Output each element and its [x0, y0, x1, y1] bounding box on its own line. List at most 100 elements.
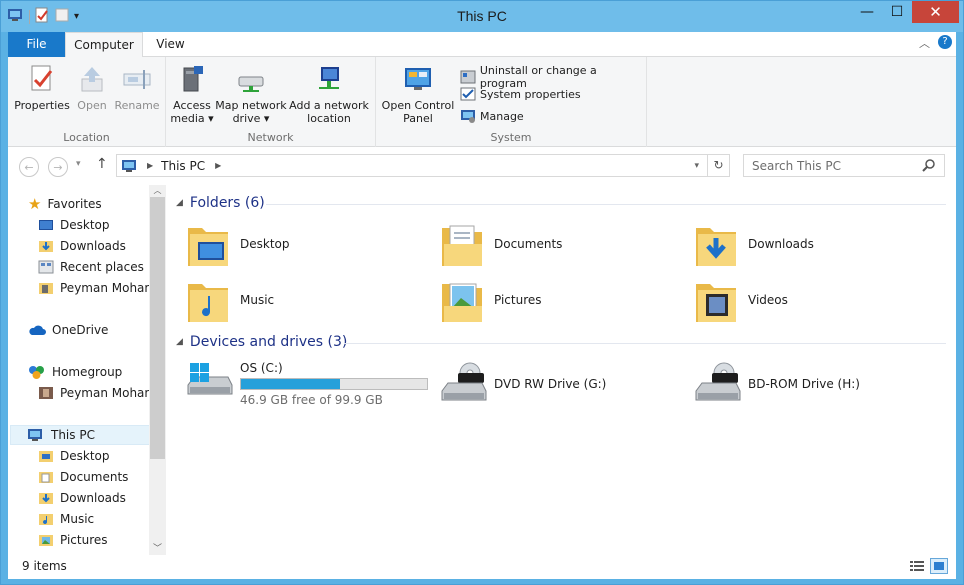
ribbon-body: Properties Open Rename Location Access me…	[8, 57, 956, 147]
videos-folder-icon	[696, 284, 736, 322]
help-icon[interactable]: ?	[938, 35, 952, 49]
folder-videos[interactable]: Videos	[694, 276, 788, 324]
nav-homegroup-user[interactable]: Peyman Moham	[38, 383, 156, 403]
media-server-icon	[183, 66, 203, 92]
search-input[interactable]: Search This PC	[752, 159, 841, 173]
folder-music[interactable]: Music	[186, 276, 274, 324]
documents-folder-icon	[39, 472, 53, 483]
collapse-chevron-icon[interactable]: ◢	[176, 198, 183, 208]
rename-icon	[123, 70, 151, 89]
drives-divider	[344, 343, 946, 344]
folder-pictures[interactable]: Pictures	[440, 276, 542, 324]
nav-fav-desktop[interactable]: Desktop	[38, 215, 110, 235]
breadcrumb-chevron-icon[interactable]: ▶	[147, 161, 153, 170]
nav-onedrive[interactable]: OneDrive	[28, 320, 108, 340]
tab-view[interactable]: View	[143, 32, 198, 57]
nav-pc-pictures[interactable]: Pictures	[38, 530, 108, 550]
large-icons-view-icon[interactable]	[930, 558, 948, 574]
desktop-folder-icon	[188, 228, 228, 266]
minimize-button[interactable]: —	[852, 1, 882, 23]
folder-documents[interactable]: Documents	[440, 220, 562, 268]
address-bar[interactable]: ▶ This PC ▶ ▾ ↻	[116, 154, 730, 177]
nav-scrollbar[interactable]: ︿ ﹀	[149, 185, 166, 555]
drive-dvd-g[interactable]: DVD RW Drive (G:)	[440, 361, 606, 407]
access-media-button[interactable]: Access media ▾	[170, 63, 214, 125]
recent-locations-chevron-icon[interactable]: ▾	[76, 159, 81, 169]
scrollbar-thumb[interactable]	[150, 197, 165, 459]
rename-button[interactable]: Rename	[114, 63, 160, 112]
add-network-location-button[interactable]: Add a network location	[288, 63, 370, 125]
folder-downloads[interactable]: Downloads	[694, 220, 814, 268]
address-dropdown-chevron-icon[interactable]: ▾	[694, 161, 699, 171]
folders-group-header[interactable]: ◢ Folders (6)	[176, 193, 265, 213]
control-panel-icon	[405, 68, 431, 90]
search-icon[interactable]	[922, 158, 936, 173]
system-properties-button[interactable]: System properties	[460, 86, 581, 102]
up-arrow-icon[interactable]: ↑	[96, 156, 108, 172]
nav-fav-user[interactable]: Peyman Moham	[38, 278, 156, 298]
drive-os-free: 46.9 GB free of 99.9 GB	[240, 393, 383, 407]
collapse-chevron-icon[interactable]: ◢	[176, 337, 183, 347]
folder-desktop[interactable]: Desktop	[186, 220, 290, 268]
window-controls: — ☐ ✕	[852, 1, 959, 23]
back-button[interactable]: ←	[19, 157, 39, 177]
search-box[interactable]: Search This PC	[743, 154, 945, 177]
nav-pc-downloads[interactable]: Downloads	[38, 488, 126, 508]
downloads-folder-icon	[39, 493, 53, 504]
downloads-folder-icon	[696, 228, 736, 266]
windows-drive-icon	[187, 363, 233, 395]
scroll-up-chevron-icon[interactable]: ︿	[149, 185, 166, 197]
group-location: Properties Open Rename Location	[8, 57, 166, 147]
nav-pc-documents[interactable]: Documents	[38, 467, 128, 487]
navigation-bar: ← → ▾ ↑ ▶ This PC ▶ ▾ ↻ Search This PC	[8, 147, 956, 185]
user-avatar-icon	[39, 387, 53, 399]
close-button[interactable]: ✕	[912, 1, 959, 23]
drive-bd-h[interactable]: BD-ROM Drive (H:)	[694, 361, 860, 407]
dvd-drive-icon	[441, 362, 487, 401]
this-pc-icon	[28, 429, 42, 441]
nav-pc-music[interactable]: Music	[38, 509, 94, 529]
open-control-panel-button[interactable]: Open Control Panel	[380, 63, 456, 125]
nav-fav-recent-places[interactable]: Recent places	[38, 257, 144, 277]
folders-header-label: Folders (6)	[189, 195, 265, 211]
manage-button[interactable]: Manage	[460, 108, 524, 124]
ribbon-controls: ︿ ?	[919, 35, 952, 51]
properties-button[interactable]: Properties	[14, 63, 70, 112]
breadcrumb-chevron-icon[interactable]: ▶	[215, 161, 221, 170]
programs-icon	[460, 70, 476, 84]
nav-homegroup[interactable]: Homegroup	[28, 362, 122, 382]
breadcrumb-this-pc[interactable]: This PC	[161, 159, 205, 173]
window-title: This PC	[457, 8, 507, 24]
maximize-button[interactable]: ☐	[882, 1, 912, 23]
scroll-down-chevron-icon[interactable]: ﹀	[149, 541, 166, 554]
refresh-icon[interactable]: ↻	[707, 155, 729, 176]
drives-header-label: Devices and drives (3)	[189, 334, 348, 350]
nav-pc-desktop[interactable]: Desktop	[38, 446, 110, 466]
drive-os-name: OS (C:)	[240, 361, 283, 375]
nav-this-pc[interactable]: This PC	[10, 425, 150, 445]
tab-computer[interactable]: Computer	[65, 32, 143, 58]
nav-fav-downloads[interactable]: Downloads	[38, 236, 126, 256]
drives-group-header[interactable]: ◢ Devices and drives (3)	[176, 332, 347, 352]
music-folder-icon	[188, 284, 228, 322]
map-network-drive-button[interactable]: Map network drive ▾	[214, 63, 288, 125]
drive-usage-bar	[240, 378, 428, 390]
network-location-icon	[319, 67, 339, 89]
user-folder-icon	[39, 283, 53, 294]
this-pc-icon	[122, 159, 136, 172]
tab-file[interactable]: File	[8, 32, 65, 57]
open-button[interactable]: Open	[70, 63, 114, 112]
downloads-folder-icon	[39, 241, 53, 252]
open-icon	[81, 67, 103, 92]
minimize-ribbon-icon[interactable]: ︿	[919, 35, 930, 51]
details-view-icon[interactable]	[910, 560, 924, 575]
manage-icon	[461, 110, 475, 123]
title-bar: ▾ This PC — ☐ ✕	[1, 1, 963, 32]
navigation-pane: ★ Favorites Desktop Downloads Recent pla…	[8, 185, 166, 555]
group-label-system: System	[490, 131, 532, 144]
pictures-folder-icon	[442, 283, 482, 322]
forward-button[interactable]: →	[48, 157, 68, 177]
music-folder-icon	[39, 514, 53, 525]
nav-favorites[interactable]: ★ Favorites	[28, 194, 102, 214]
drive-os-c[interactable]: OS (C:) 46.9 GB free of 99.9 GB	[186, 361, 428, 407]
